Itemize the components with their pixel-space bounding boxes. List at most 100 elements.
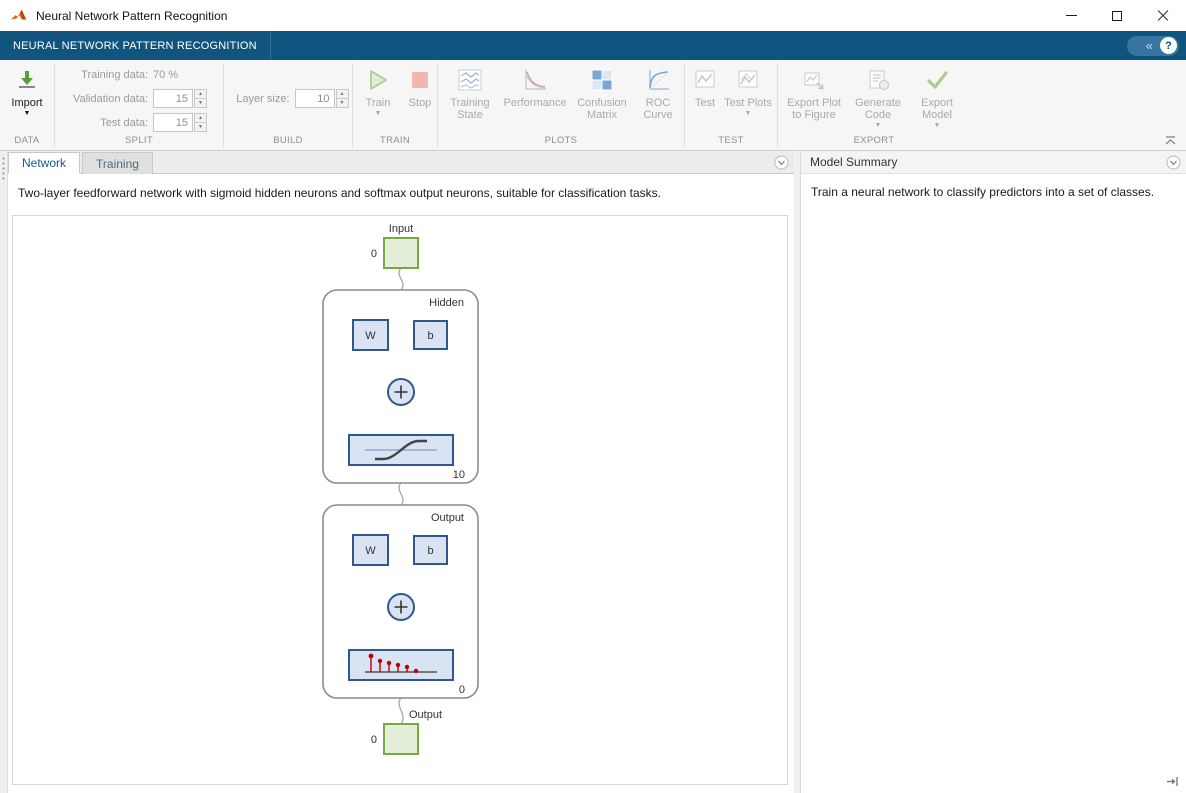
help-pill: « ? (1127, 36, 1179, 56)
section-label-data: DATA (0, 134, 54, 150)
stop-label: Stop (409, 97, 432, 109)
training-state-button[interactable]: Training State (442, 65, 498, 134)
roc-curve-label: ROC Curve (634, 97, 682, 121)
model-summary-title: Model Summary (810, 155, 897, 169)
dropdown-arrow-icon: ▼ (24, 109, 31, 118)
spin-down-button[interactable]: ▼ (194, 123, 207, 132)
model-summary-panel: Model Summary Train a neural network to … (801, 151, 1186, 793)
section-label-export: EXPORT (778, 134, 970, 150)
dropdown-arrow-icon: ▼ (934, 121, 941, 130)
hidden-size-label: 10 (453, 469, 465, 481)
spin-up-button[interactable]: ▲ (336, 89, 349, 99)
maximize-icon (1112, 11, 1122, 21)
generate-code-button[interactable]: Generate Code ▼ (848, 65, 908, 134)
model-summary-header: Model Summary (801, 151, 1186, 174)
collapse-panel-icon[interactable] (774, 155, 789, 170)
tab-network[interactable]: Network (8, 152, 80, 174)
tab-training-label: Training (96, 157, 139, 171)
test-data-input[interactable] (153, 113, 193, 132)
output-box[interactable] (384, 724, 418, 754)
network-panel: Network Training Two-layer feedforward n… (8, 151, 794, 793)
layer-size-label: Layer size: (228, 93, 290, 105)
network-description: Two-layer feedforward network with sigmo… (8, 174, 794, 213)
import-label: Import (11, 97, 42, 109)
output-size-label: 0 (371, 734, 377, 746)
export-model-button[interactable]: Export Model ▼ (910, 65, 964, 134)
generate-code-label: Generate Code (848, 97, 908, 121)
spin-down-button[interactable]: ▼ (336, 99, 349, 108)
spin-up-button[interactable]: ▲ (194, 89, 207, 99)
import-button[interactable]: Import ▼ (11, 65, 42, 134)
section-train: Train ▼ Stop TRAIN (353, 60, 437, 150)
collapse-toolstrip-icon[interactable] (1164, 135, 1177, 147)
output-activation-box[interactable] (349, 650, 453, 680)
export-plot-button[interactable]: Export Plot to Figure (782, 65, 846, 134)
export-model-label: Export Model (910, 97, 964, 121)
train-label: Train (366, 97, 391, 109)
panel-splitter[interactable] (794, 151, 801, 793)
layer-size-input[interactable] (295, 89, 335, 108)
ribbon-tab-pattern-recognition[interactable]: NEURAL NETWORK PATTERN RECOGNITION (0, 31, 271, 60)
confusion-matrix-icon (590, 65, 614, 97)
export-plot-icon (802, 65, 826, 97)
training-data-value: 70 % (153, 69, 178, 81)
confusion-matrix-button[interactable]: Confusion Matrix (572, 65, 632, 134)
generate-code-icon (866, 65, 890, 97)
minimize-button[interactable] (1048, 0, 1094, 31)
tab-training[interactable]: Training (82, 152, 153, 174)
input-size-label: 0 (371, 248, 377, 260)
close-button[interactable] (1140, 0, 1186, 31)
output-label: Output (409, 709, 442, 721)
output-bias-label: b (427, 545, 433, 557)
stop-icon (408, 65, 432, 97)
input-box[interactable] (384, 238, 418, 268)
stop-button[interactable]: Stop (403, 65, 437, 134)
title-bar: Neural Network Pattern Recognition (0, 0, 1186, 31)
performance-button[interactable]: Performance (500, 65, 570, 134)
panel-grip-handle[interactable] (2, 156, 5, 180)
export-model-icon (925, 65, 949, 97)
confusion-matrix-label: Confusion Matrix (572, 97, 632, 121)
dock-arrow-icon[interactable] (1166, 775, 1179, 788)
connector-input-hidden (399, 268, 403, 290)
toolstrip: Import ▼ DATA Training data: 70 % Valida… (0, 60, 1186, 151)
section-plots: Training State Performance (438, 60, 684, 150)
main-area: Network Training Two-layer feedforward n… (0, 151, 1186, 793)
maximize-button[interactable] (1094, 0, 1140, 31)
validation-data-label: Validation data: (60, 93, 148, 105)
tab-network-label: Network (22, 156, 66, 170)
left-gutter (0, 151, 8, 793)
hidden-layer-label: Hidden (429, 297, 464, 309)
dropdown-arrow-icon: ▼ (745, 109, 752, 118)
model-summary-text: Train a neural network to classify predi… (801, 174, 1186, 210)
output-weights-label: W (365, 545, 376, 557)
validation-data-input[interactable] (153, 89, 193, 108)
test-data-label: Test data: (60, 117, 148, 129)
performance-label: Performance (504, 97, 567, 109)
hidden-weights-label: W (365, 330, 376, 342)
app-window: Neural Network Pattern Recognition NEURA… (0, 0, 1186, 793)
test-plots-button[interactable]: Test Plots ▼ (724, 65, 772, 134)
spin-down-button[interactable]: ▼ (194, 99, 207, 108)
collapse-panel-icon[interactable] (1166, 155, 1181, 170)
input-label: Input (389, 223, 413, 235)
matlab-logo-icon (10, 8, 28, 24)
window-title: Neural Network Pattern Recognition (36, 9, 227, 23)
collapse-chevron-icon[interactable]: « (1138, 39, 1153, 52)
training-state-icon (457, 65, 483, 97)
roc-curve-icon (645, 65, 671, 97)
test-button[interactable]: Test (690, 65, 720, 134)
section-label-test: TEST (685, 134, 777, 150)
test-plots-label: Test Plots (724, 97, 772, 109)
train-button[interactable]: Train ▼ (361, 65, 395, 134)
validation-data-spinner: ▲ ▼ (194, 89, 207, 108)
help-button[interactable]: ? (1160, 37, 1177, 54)
export-plot-label: Export Plot to Figure (782, 97, 846, 121)
test-data-spinner: ▲ ▼ (194, 113, 207, 132)
dropdown-arrow-icon: ▼ (375, 109, 382, 118)
roc-curve-button[interactable]: ROC Curve (634, 65, 682, 134)
section-split: Training data: 70 % Validation data: ▲ ▼… (55, 60, 223, 150)
close-icon (1157, 10, 1169, 22)
dropdown-arrow-icon: ▼ (875, 121, 882, 130)
spin-up-button[interactable]: ▲ (194, 113, 207, 123)
